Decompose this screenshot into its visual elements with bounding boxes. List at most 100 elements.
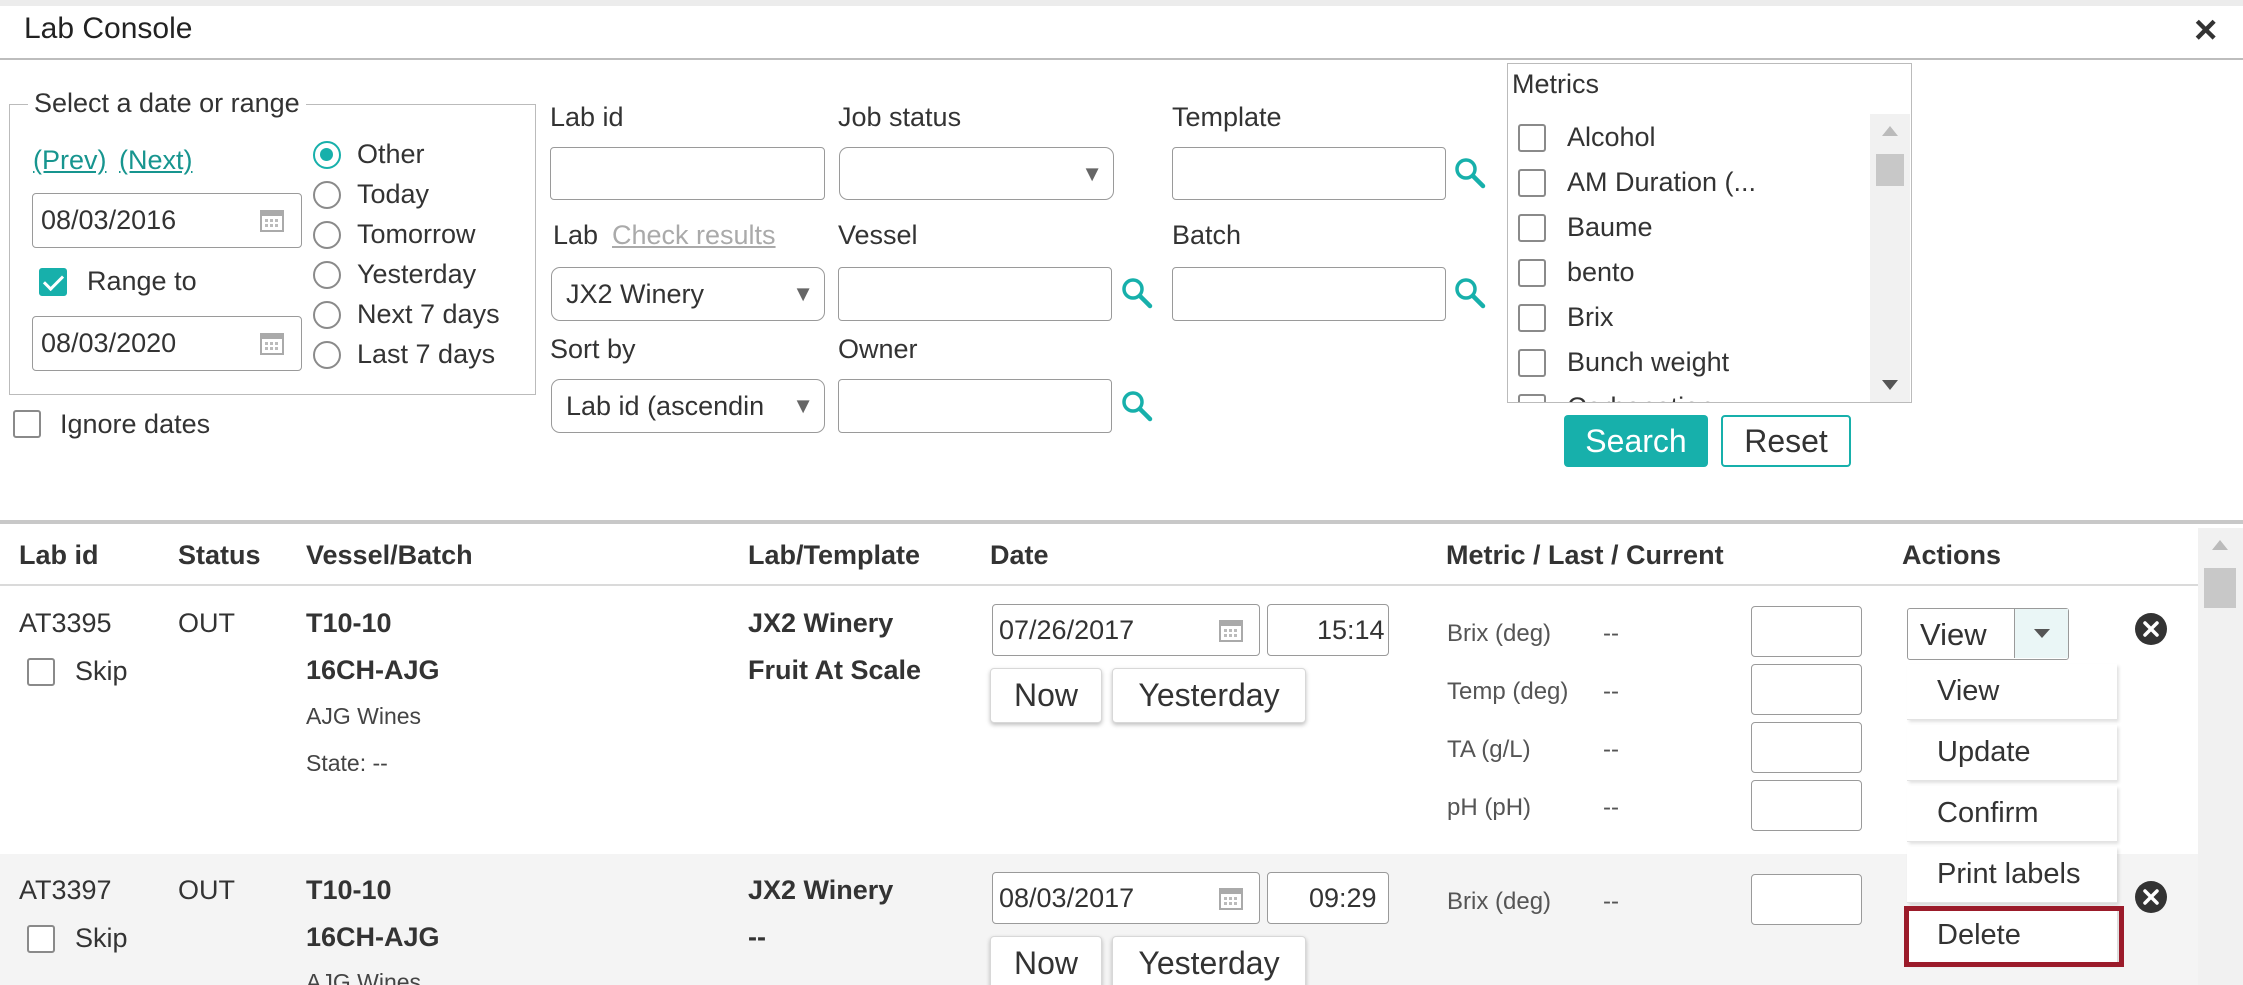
now-button[interactable]: Now [990,668,1102,723]
radio-label-other: Other [357,139,425,169]
row-lab: JX2 Winery [748,875,894,905]
radio-yesterday[interactable] [313,261,341,289]
metric-checkbox[interactable] [1518,304,1546,332]
metric-label: AM Duration (... [1567,167,1757,197]
range-checkbox[interactable] [39,268,67,296]
metric-label: Carbonation [1567,392,1714,402]
sort-by-label: Sort by [550,334,636,364]
close-icon[interactable]: × [2194,10,2217,50]
radio-label-next-7-days: Next 7 days [357,299,500,329]
section-divider [0,520,2243,524]
next-link[interactable]: (Next) [119,145,193,176]
template-input[interactable] [1172,147,1446,200]
scroll-down-icon[interactable] [1882,380,1898,390]
radio-other[interactable] [313,141,341,169]
owner-input[interactable] [838,379,1112,433]
check-results-link[interactable]: Check results [612,220,776,251]
sort-by-select[interactable]: Lab id (ascendin ▼ [551,379,825,433]
window-title: Lab Console [24,12,193,45]
col-header-status: Status [178,540,261,570]
row-status: OUT [178,875,235,905]
menu-item-view[interactable]: View [1907,664,2117,720]
date-to-value: 08/03/2020 [41,328,177,358]
caret-down-icon [2034,629,2050,638]
caret-down-icon: ▼ [792,281,814,306]
yesterday-button[interactable]: Yesterday [1112,936,1306,985]
title-bar [0,0,2243,60]
now-button[interactable]: Now [990,936,1102,985]
radio-label-yesterday: Yesterday [357,259,477,289]
col-header-lab-template: Lab/Template [748,540,921,570]
metric-name: TA (g/L) [1447,736,1531,763]
radio-label-last-7-days: Last 7 days [357,339,496,369]
yesterday-button[interactable]: Yesterday [1112,668,1306,723]
metric-name: pH (pH) [1447,794,1532,821]
row-template: Fruit At Scale [748,655,922,685]
row-status: OUT [178,608,235,638]
action-caret[interactable] [2014,609,2068,658]
metric-checkbox[interactable] [1518,349,1546,377]
job-status-label: Job status [838,102,962,132]
row-vessel: T10-10 [306,608,392,638]
menu-item-confirm[interactable]: Confirm [1907,786,2117,842]
metric-current-input[interactable] [1751,664,1862,715]
search-icon[interactable] [1453,276,1487,310]
calendar-icon[interactable] [1218,885,1244,911]
batch-input[interactable] [1172,267,1446,321]
vessel-input[interactable] [838,267,1112,321]
calendar-icon[interactable] [259,207,285,233]
search-icon[interactable] [1120,276,1154,310]
metric-current-input[interactable] [1751,780,1862,831]
radio-today[interactable] [313,181,341,209]
metric-checkbox[interactable] [1518,169,1546,197]
search-button[interactable]: Search [1564,415,1708,467]
menu-item-print-labels[interactable]: Print labels [1907,847,2117,903]
table-scrollbar[interactable] [2198,528,2243,985]
metric-checkbox[interactable] [1518,124,1546,152]
caret-down-icon: ▼ [1081,160,1103,186]
row-lab-id: AT3397 [19,875,112,905]
reset-button[interactable]: Reset [1721,415,1851,467]
metric-current-input[interactable] [1751,722,1862,773]
remove-row-icon[interactable] [2134,612,2168,646]
lab-id-input[interactable] [550,147,825,200]
radio-tomorrow[interactable] [313,221,341,249]
prev-link[interactable]: (Prev) [33,145,107,176]
scroll-up-icon[interactable] [1882,126,1898,136]
remove-row-icon[interactable] [2134,880,2168,914]
row-date-value: 07/26/2017 [999,615,1135,645]
skip-checkbox[interactable] [27,925,55,953]
scroll-up-icon[interactable] [2212,540,2228,550]
ignore-dates-checkbox[interactable] [13,410,41,438]
menu-item-update[interactable]: Update [1907,725,2117,781]
scroll-thumb[interactable] [1876,154,1904,186]
metric-current-input[interactable] [1751,606,1862,657]
metric-name: Brix (deg) [1447,620,1552,647]
search-icon[interactable] [1453,156,1487,190]
metric-checkbox[interactable] [1518,259,1546,287]
search-icon[interactable] [1120,389,1154,423]
skip-checkbox[interactable] [27,658,55,686]
row-vessel: T10-10 [306,875,392,905]
radio-last-7-days[interactable] [313,341,341,369]
lab-label: Lab [553,220,599,250]
range-label: Range to [87,266,197,296]
radio-next-7-days[interactable] [313,301,341,329]
action-split-button[interactable]: View [1907,608,2069,660]
job-status-select[interactable]: ▼ [839,147,1114,200]
metrics-scrollbar[interactable] [1870,114,1910,402]
calendar-icon[interactable] [1218,617,1244,643]
date-legend: Select a date or range [28,88,306,119]
metric-last: -- [1603,620,1619,647]
metric-checkbox[interactable] [1518,214,1546,242]
col-header-vessel-batch: Vessel/Batch [306,540,473,570]
action-button-label[interactable]: View [1920,617,1987,653]
row-template: -- [748,922,766,952]
calendar-icon[interactable] [259,330,285,356]
metric-current-input[interactable] [1751,874,1862,925]
scroll-thumb[interactable] [2204,568,2236,608]
metric-checkbox[interactable] [1518,394,1546,402]
sort-by-value: Lab id (ascendin [566,390,765,421]
vessel-label: Vessel [838,220,918,250]
lab-select[interactable]: JX2 Winery ▼ [551,267,825,321]
